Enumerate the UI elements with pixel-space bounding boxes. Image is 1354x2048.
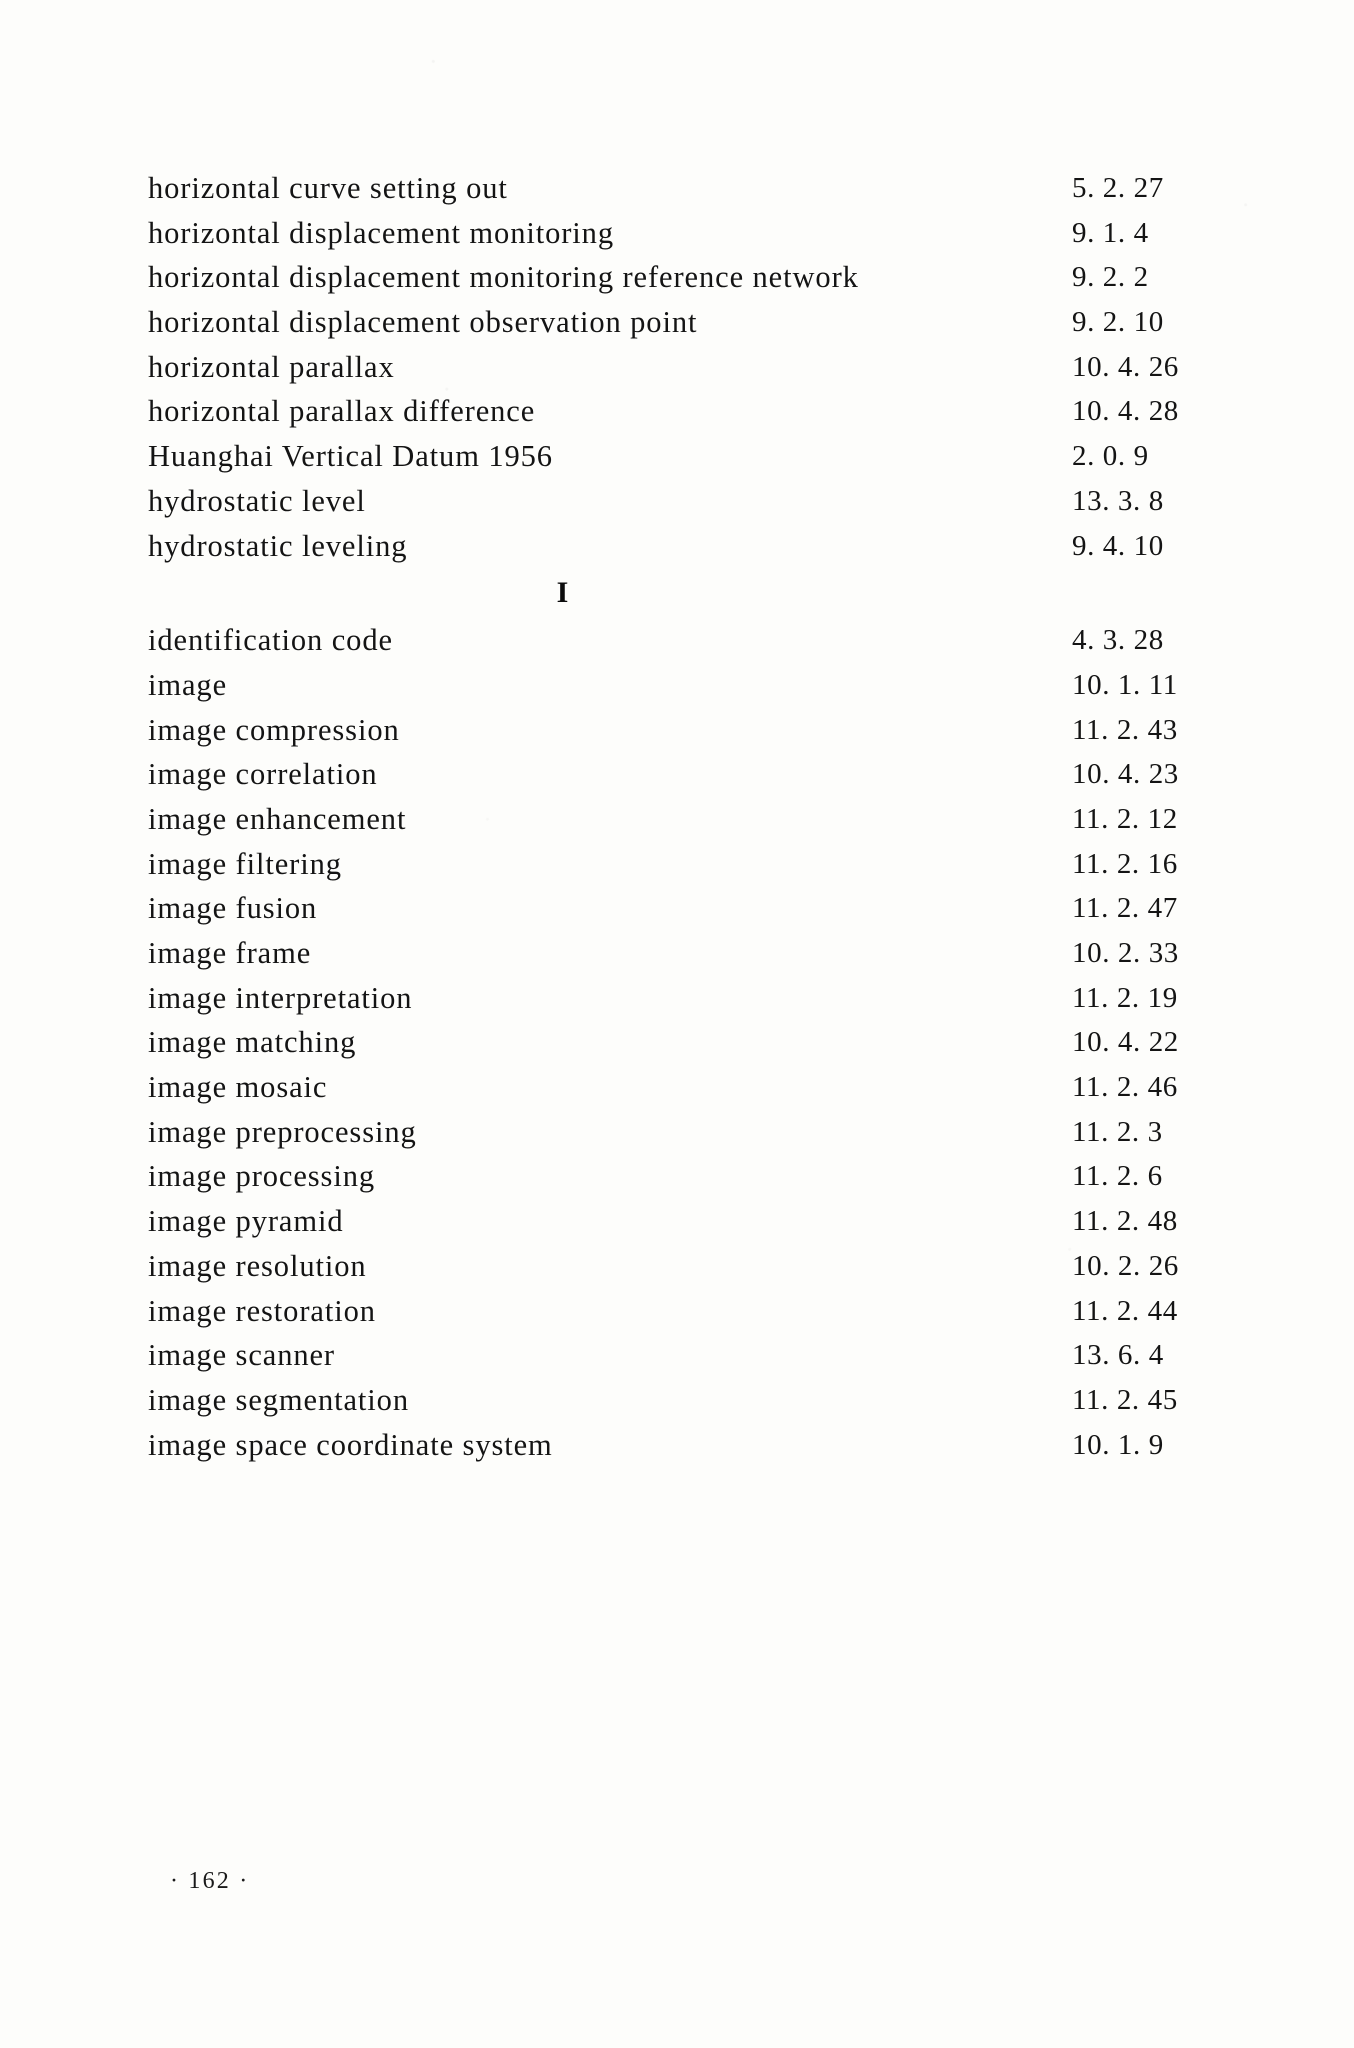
index-entry: image interpretation 11. 2. 19: [148, 976, 1208, 1021]
index-entry-term: hydrostatic leveling: [148, 528, 408, 563]
index-entry-locator: 10. 1. 9: [1072, 1428, 1164, 1461]
index-entry-term: image resolution: [148, 1248, 367, 1283]
index-entry-term: image space coordinate system: [148, 1427, 553, 1462]
index-entry-locator: 11. 2. 46: [1072, 1071, 1178, 1104]
index-entry-locator: 5. 2. 27: [1072, 172, 1164, 204]
index-entry-locator: 11. 2. 43: [1072, 713, 1178, 746]
index-entry-term: image filtering: [148, 846, 342, 881]
index-entry-term: image processing: [148, 1159, 375, 1194]
index-entry-locator: 11. 2. 45: [1072, 1383, 1178, 1416]
index-entry-locator: 10. 4. 26: [1072, 350, 1179, 383]
index-entry-locator: 11. 2. 44: [1072, 1294, 1178, 1327]
index-entry: identification code 4. 3. 28: [148, 618, 1208, 663]
index-entry-locator: 10. 2. 26: [1072, 1249, 1179, 1282]
index-entry-term: image matching: [148, 1025, 357, 1060]
index-entry-locator: 9. 4. 10: [1072, 529, 1164, 562]
index-entry-locator: 10. 4. 28: [1072, 395, 1179, 428]
index-entry-term: horizontal curve setting out: [148, 171, 508, 205]
index-group-h: horizontal curve setting out 5. 2. 27 hori…: [148, 166, 1208, 568]
index-entry: image preprocessing 11. 2. 3: [148, 1110, 1208, 1155]
index-entry-term: image fusion: [148, 891, 318, 926]
index-entry-locator: 10. 2. 33: [1072, 937, 1179, 969]
index-entry-term: horizontal parallax difference: [148, 394, 536, 429]
index-entry: image correlation 10. 4. 23: [148, 752, 1208, 797]
index-entry-term: horizontal displacement observation poin…: [148, 305, 698, 340]
index-entry: image compression 11. 2. 43: [148, 708, 1208, 753]
index-entry-locator: 11. 2. 6: [1072, 1160, 1163, 1193]
index-entry-term: image correlation: [148, 757, 378, 792]
index-entry-locator: 11. 2. 19: [1072, 981, 1178, 1014]
index-entry-locator: 10. 4. 22: [1072, 1026, 1179, 1059]
index-entry-term: horizontal displacement monitoring: [148, 215, 614, 250]
section-letter-heading: I: [556, 576, 570, 610]
index-entry: image frame 10. 2. 33: [148, 931, 1208, 976]
index-entry: image matching 10. 4. 22: [148, 1020, 1208, 1065]
index-entry-term: identification code: [148, 623, 393, 658]
index-entry-term: image frame: [148, 936, 312, 970]
index-entry: image segmentation 11. 2. 45: [148, 1378, 1208, 1423]
index-entry-term: horizontal parallax: [148, 349, 395, 384]
index-entry: horizontal displacement monitoring refer…: [148, 255, 1208, 300]
index-entry: image resolution 10. 2. 26: [148, 1244, 1208, 1289]
index-entry-term: image restoration: [148, 1293, 376, 1328]
index-entry-term: image preprocessing: [148, 1114, 417, 1149]
index-entry-locator: 13. 3. 8: [1072, 484, 1164, 517]
index-group-i: identification code 4. 3. 28 image 10. 1. 1…: [148, 618, 1208, 1467]
index-entry-term: hydrostatic level: [148, 483, 366, 518]
index-entry: horizontal displacement observation poin…: [148, 300, 1208, 345]
index-entry: image space coordinate system 10. 1. 9: [148, 1423, 1208, 1468]
index-entry: image restoration 11. 2. 44: [148, 1289, 1208, 1334]
index-entry-locator: 11. 2. 16: [1072, 847, 1178, 880]
index-entry-term: image pyramid: [148, 1204, 344, 1239]
index-entry: image filtering 11. 2. 16: [148, 842, 1208, 887]
index-entry: horizontal curve setting out 5. 2. 27: [148, 166, 1208, 211]
index-entry-locator: 4. 3. 28: [1072, 624, 1164, 657]
index-entry: image 10. 1. 11: [148, 663, 1208, 708]
index-entry: Huanghai Vertical Datum 1956 2. 0. 9: [148, 434, 1208, 479]
index-page: horizontal curve setting out 5. 2. 27 hori…: [0, 0, 1354, 2048]
index-entry-term: image segmentation: [148, 1382, 409, 1417]
page-folio: · 162 ·: [170, 1868, 250, 1894]
index-entry: hydrostatic level 13. 3. 8: [148, 479, 1208, 524]
index-entry-term: image compression: [148, 712, 400, 747]
index-entry-locator: 10. 1. 11: [1072, 668, 1178, 701]
index-entry-term: horizontal displacement monitoring refer…: [148, 260, 859, 295]
index-entry: horizontal parallax 10. 4. 26: [148, 345, 1208, 390]
index-entry-term: image scanner: [148, 1338, 335, 1373]
index-entry: image mosaic 11. 2. 46: [148, 1065, 1208, 1110]
index-entry: horizontal displacement monitoring 9. 1. …: [148, 211, 1208, 256]
index-entry-term: image mosaic: [148, 1070, 328, 1105]
index-entry-list: horizontal curve setting out 5. 2. 27 hori…: [148, 166, 1208, 1467]
index-entry: horizontal parallax difference 10. 4. 28: [148, 389, 1208, 434]
index-entry: image processing 11. 2. 6: [148, 1154, 1208, 1199]
index-entry-locator: 11. 2. 47: [1072, 892, 1178, 925]
index-entry-locator: 9. 2. 10: [1072, 306, 1164, 339]
index-entry: image scanner 13. 6. 4: [148, 1333, 1208, 1378]
index-entry: image enhancement 11. 2. 12: [148, 797, 1208, 842]
index-entry-term: Huanghai Vertical Datum 1956: [148, 439, 553, 474]
index-entry-locator: 9. 2. 2: [1072, 261, 1149, 294]
index-entry-locator: 11. 2. 12: [1072, 802, 1178, 835]
index-entry-term: image: [148, 667, 228, 702]
index-entry: image fusion 11. 2. 47: [148, 886, 1208, 931]
index-entry-locator: 11. 2. 3: [1072, 1115, 1163, 1148]
index-entry-locator: 13. 6. 4: [1072, 1339, 1164, 1372]
index-entry-locator: 10. 4. 23: [1072, 758, 1179, 791]
index-entry: image pyramid 11. 2. 48: [148, 1199, 1208, 1244]
index-entry-term: image enhancement: [148, 801, 407, 836]
index-entry-locator: 11. 2. 48: [1072, 1205, 1178, 1238]
index-entry-term: image interpretation: [148, 980, 413, 1015]
index-entry-locator: 9. 1. 4: [1072, 216, 1149, 249]
index-entry: hydrostatic leveling 9. 4. 10: [148, 524, 1208, 569]
index-entry-locator: 2. 0. 9: [1072, 440, 1149, 473]
